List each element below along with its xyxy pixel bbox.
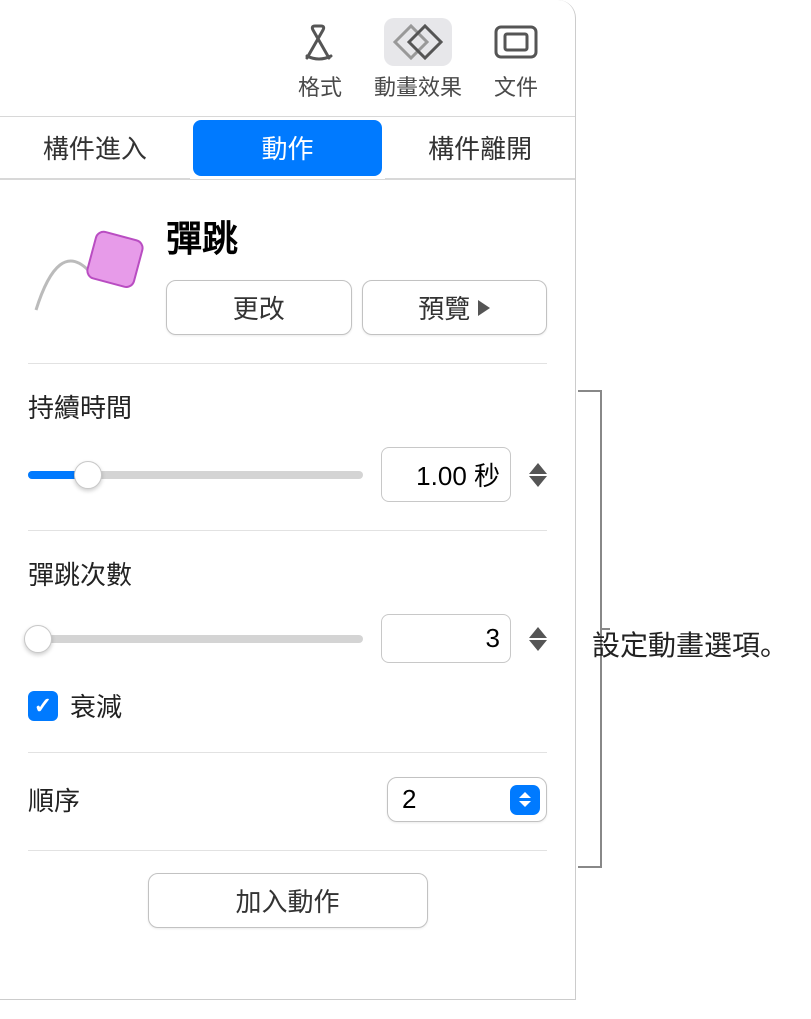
tab-build-out[interactable]: 構件離開: [385, 117, 575, 179]
duration-section: 持續時間 1.00 秒: [28, 364, 547, 531]
decay-row: ✓ 衰減: [28, 687, 547, 724]
toolbar-format[interactable]: 格式: [275, 18, 365, 102]
animate-icon: [384, 18, 452, 66]
bounces-section: 彈跳次數 3 ✓ 衰減: [28, 531, 547, 753]
select-arrow-icon: [510, 785, 540, 815]
add-action-label: 加入動作: [235, 882, 339, 919]
preview-button[interactable]: 預覽: [362, 280, 548, 335]
stepper-down-icon[interactable]: [529, 476, 547, 487]
decay-label: 衰減: [70, 687, 122, 724]
toolbar-document[interactable]: 文件: [471, 18, 561, 102]
tabs: 構件進入 動作 構件離開: [0, 117, 575, 180]
format-icon: [286, 18, 354, 66]
bounces-value[interactable]: 3: [381, 614, 511, 663]
decay-checkbox[interactable]: ✓: [28, 691, 58, 721]
toolbar-animate-label: 動畫效果: [374, 70, 462, 102]
stepper-up-icon[interactable]: [529, 463, 547, 474]
play-icon: [478, 300, 490, 316]
document-icon: [482, 18, 550, 66]
inspector-panel: 格式 動畫效果 文件 構件進入 動作 構件離開: [0, 0, 576, 1000]
toolbar-format-label: 格式: [298, 70, 342, 102]
stepper-down-icon[interactable]: [529, 640, 547, 651]
duration-slider[interactable]: [28, 471, 363, 479]
effect-info: 彈跳 更改 預覽: [166, 210, 547, 335]
tab-action[interactable]: 動作: [193, 120, 383, 176]
duration-stepper[interactable]: [529, 463, 547, 487]
order-value: 2: [402, 784, 416, 815]
bounces-stepper[interactable]: [529, 627, 547, 651]
change-button[interactable]: 更改: [166, 280, 352, 335]
effect-name: 彈跳: [166, 210, 547, 262]
toolbar: 格式 動畫效果 文件: [0, 0, 575, 117]
callout-text: 設定動畫選項。: [592, 624, 788, 664]
order-select[interactable]: 2: [387, 777, 547, 822]
order-label: 順序: [28, 781, 80, 818]
change-button-label: 更改: [233, 289, 285, 326]
bounces-slider[interactable]: [28, 635, 363, 643]
order-section: 順序 2: [28, 753, 547, 851]
bounces-slider-thumb[interactable]: [24, 625, 52, 653]
effect-header: 彈跳 更改 預覽: [28, 180, 547, 364]
bounces-label: 彈跳次數: [28, 555, 547, 592]
toolbar-animate[interactable]: 動畫效果: [373, 18, 463, 102]
tab-build-in[interactable]: 構件進入: [0, 117, 190, 179]
toolbar-document-label: 文件: [494, 70, 538, 102]
duration-value[interactable]: 1.00 秒: [381, 447, 511, 502]
preview-button-label: 預覽: [418, 289, 470, 326]
bounce-effect-icon: [28, 210, 148, 320]
add-action-button[interactable]: 加入動作: [148, 873, 428, 928]
duration-label: 持續時間: [28, 388, 547, 425]
add-action-row: 加入動作: [0, 851, 575, 950]
stepper-up-icon[interactable]: [529, 627, 547, 638]
duration-slider-thumb[interactable]: [74, 461, 102, 489]
